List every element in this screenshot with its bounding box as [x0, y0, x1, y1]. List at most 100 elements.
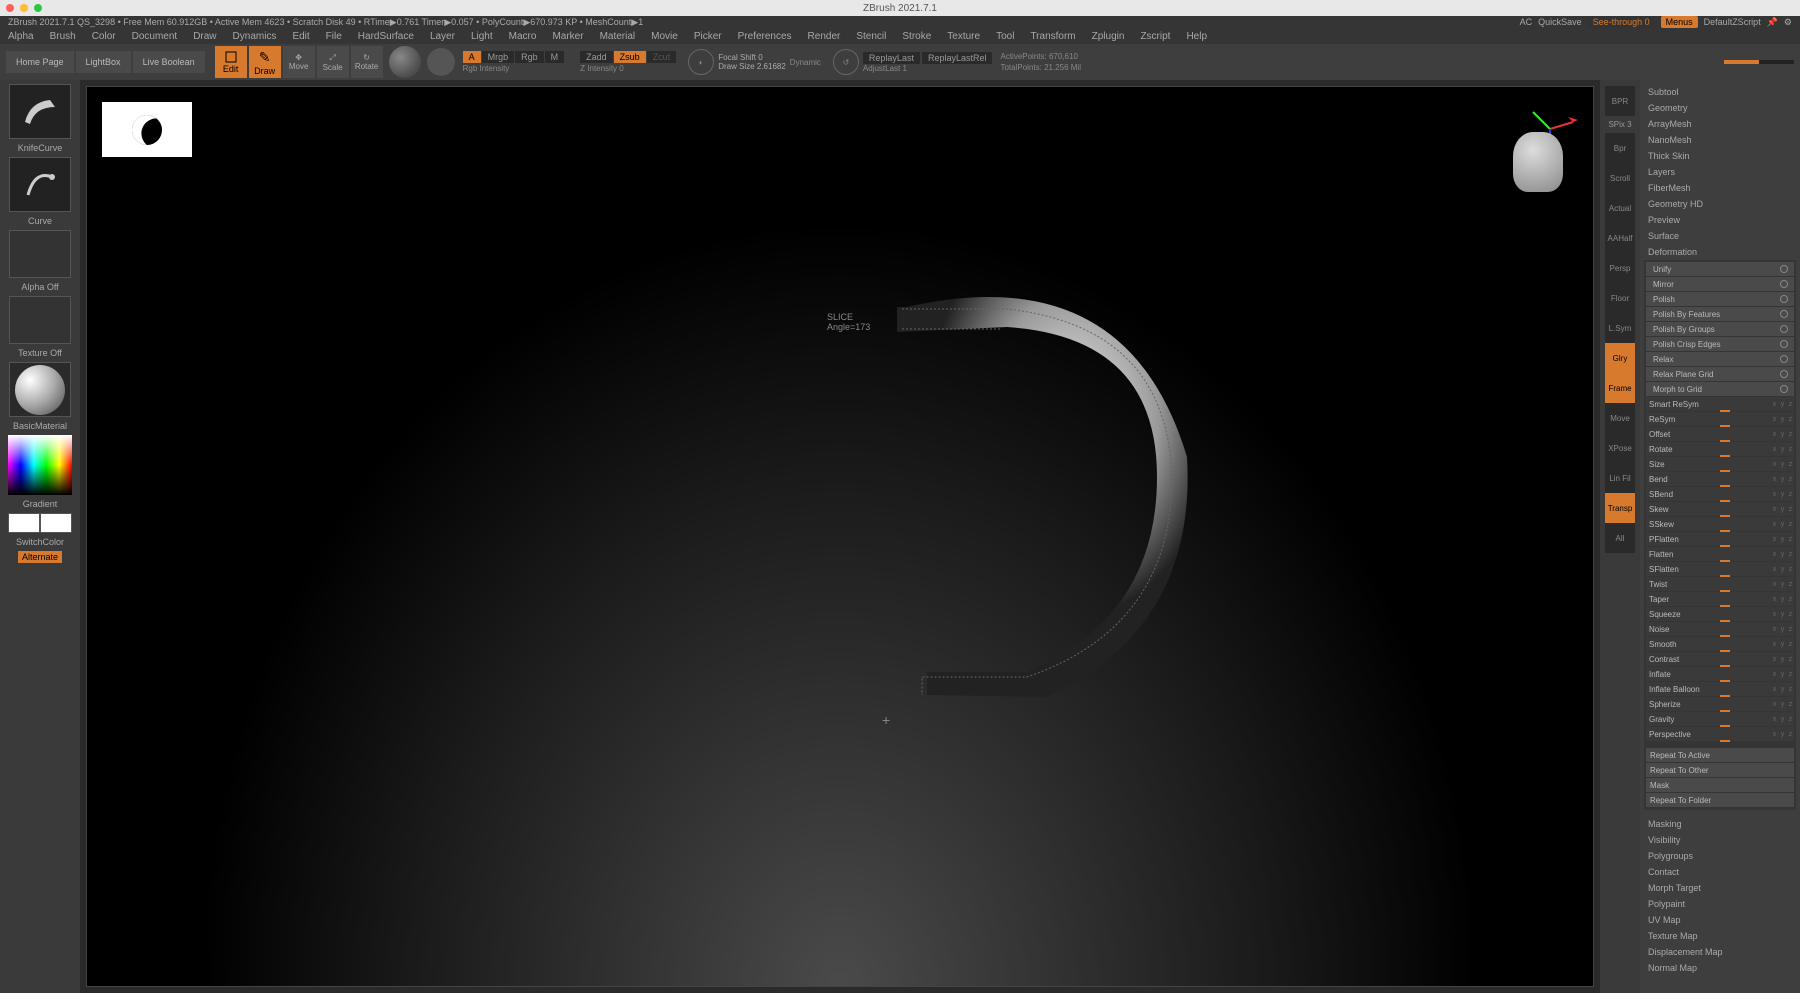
replay-last-button[interactable]: ReplayLast — [863, 52, 920, 64]
scale-mode-button[interactable]: ⤢Scale — [317, 46, 349, 78]
replay-icon[interactable]: ↺ — [833, 49, 859, 75]
defo-polish[interactable]: Polish — [1646, 292, 1794, 306]
alpha-slot[interactable] — [9, 230, 71, 278]
slider-skew[interactable]: Skewxyz — [1646, 502, 1794, 516]
menu-brush[interactable]: Brush — [50, 31, 76, 42]
menu-marker[interactable]: Marker — [552, 31, 583, 42]
rt-aahalf[interactable]: AAHalf — [1605, 223, 1635, 253]
menu-file[interactable]: File — [326, 31, 342, 42]
section-fibermesh[interactable]: FiberMesh — [1644, 180, 1796, 196]
defo-relax[interactable]: Relax — [1646, 352, 1794, 366]
focal-icon[interactable]: ◐ — [688, 49, 714, 75]
section-masking[interactable]: Masking — [1644, 816, 1796, 832]
defo-polish-by-groups[interactable]: Polish By Groups — [1646, 322, 1794, 336]
menu-edit[interactable]: Edit — [292, 31, 309, 42]
section-subtool[interactable]: Subtool — [1644, 84, 1796, 100]
section-preview[interactable]: Preview — [1644, 212, 1796, 228]
slider-perspective[interactable]: Perspectivexyz — [1646, 727, 1794, 741]
defo-morph-to-grid[interactable]: Morph to Grid — [1646, 382, 1794, 396]
section-texture-map[interactable]: Texture Map — [1644, 928, 1796, 944]
draw-mode-button[interactable]: ✎Draw — [249, 46, 281, 78]
mode-m[interactable]: M — [545, 51, 565, 63]
brush-curve[interactable] — [9, 157, 71, 212]
subtool-thumbnail[interactable] — [102, 102, 192, 157]
section-morph-target[interactable]: Morph Target — [1644, 880, 1796, 896]
section-surface[interactable]: Surface — [1644, 228, 1796, 244]
rotate-mode-button[interactable]: ↻Rotate — [351, 46, 383, 78]
slider-taper[interactable]: Taperxyz — [1646, 592, 1794, 606]
defo-mirror[interactable]: Mirror — [1646, 277, 1794, 291]
rt-lsym[interactable]: L.Sym — [1605, 313, 1635, 343]
menu-stroke[interactable]: Stroke — [902, 31, 931, 42]
menu-draw[interactable]: Draw — [193, 31, 216, 42]
texture-slot[interactable] — [9, 296, 71, 344]
mesh-object[interactable] — [827, 277, 1207, 707]
live-boolean-button[interactable]: Live Boolean — [133, 51, 205, 73]
menu-macro[interactable]: Macro — [509, 31, 537, 42]
section-uv-map[interactable]: UV Map — [1644, 912, 1796, 928]
repeat-repeat-to-active[interactable]: Repeat To Active — [1646, 748, 1794, 762]
edit-mode-button[interactable]: Edit — [215, 46, 247, 78]
slider-rotate[interactable]: Rotatexyz — [1646, 442, 1794, 456]
swatch-main[interactable] — [8, 513, 40, 533]
swatch-secondary[interactable] — [40, 513, 72, 533]
section-geometry-hd[interactable]: Geometry HD — [1644, 196, 1796, 212]
slider-flatten[interactable]: Flattenxyz — [1646, 547, 1794, 561]
menu-dynamics[interactable]: Dynamics — [233, 31, 277, 42]
close-dot[interactable] — [6, 4, 14, 12]
bpr-button[interactable]: BPR — [1605, 86, 1635, 116]
slider-size[interactable]: Sizexyz — [1646, 457, 1794, 471]
slider-noise[interactable]: Noisexyz — [1646, 622, 1794, 636]
rt-all[interactable]: All — [1605, 523, 1635, 553]
menu-texture[interactable]: Texture — [947, 31, 980, 42]
slider-inflate[interactable]: Inflatexyz — [1646, 667, 1794, 681]
rt-scroll[interactable]: Scroll — [1605, 163, 1635, 193]
defo-relax-plane-grid[interactable]: Relax Plane Grid — [1646, 367, 1794, 381]
shader-sphere-icon[interactable] — [427, 48, 455, 76]
defo-unify[interactable]: Unify — [1646, 262, 1794, 276]
max-dot[interactable] — [34, 4, 42, 12]
slider-sflatten[interactable]: SFlattenxyz — [1646, 562, 1794, 576]
menu-document[interactable]: Document — [132, 31, 178, 42]
slider-spherize[interactable]: Spherizexyz — [1646, 697, 1794, 711]
menu-material[interactable]: Material — [600, 31, 636, 42]
seethrough-slider[interactable]: See-through 0 — [1588, 16, 1655, 28]
rt-transp[interactable]: Transp — [1605, 493, 1635, 523]
lightbox-button[interactable]: LightBox — [76, 51, 131, 73]
mode-zsub[interactable]: Zsub — [614, 51, 646, 63]
section-layers[interactable]: Layers — [1644, 164, 1796, 180]
slider-smart-resym[interactable]: Smart ReSymxyz — [1646, 397, 1794, 411]
rt-persp[interactable]: Persp — [1605, 253, 1635, 283]
menu-render[interactable]: Render — [808, 31, 841, 42]
min-dot[interactable] — [20, 4, 28, 12]
section-thick-skin[interactable]: Thick Skin — [1644, 148, 1796, 164]
menu-stencil[interactable]: Stencil — [856, 31, 886, 42]
section-arraymesh[interactable]: ArrayMesh — [1644, 116, 1796, 132]
default-script[interactable]: DefaultZScript — [1704, 17, 1761, 27]
slider-bend[interactable]: Bendxyz — [1646, 472, 1794, 486]
mode-zadd[interactable]: Zadd — [580, 51, 613, 63]
rt-bpr[interactable]: Bpr — [1605, 133, 1635, 163]
menu-alpha[interactable]: Alpha — [8, 31, 34, 42]
section-deformation[interactable]: Deformation — [1644, 244, 1796, 260]
slider-smooth[interactable]: Smoothxyz — [1646, 637, 1794, 651]
alternate-button[interactable]: Alternate — [18, 551, 62, 563]
draw-size-slider[interactable]: Draw Size 2.61682 — [718, 62, 786, 71]
rt-xpose[interactable]: XPose — [1605, 433, 1635, 463]
slider-sbend[interactable]: SBendxyz — [1646, 487, 1794, 501]
slider-gravity[interactable]: Gravityxyz — [1646, 712, 1794, 726]
replay-last-rel-button[interactable]: ReplayLastRel — [922, 52, 993, 64]
gear-icon[interactable]: ⚙ — [1784, 17, 1792, 28]
mode-mrgb[interactable]: Mrgb — [482, 51, 515, 63]
menu-color[interactable]: Color — [92, 31, 116, 42]
section-polygroups[interactable]: Polygroups — [1644, 848, 1796, 864]
slider-sskew[interactable]: SSkewxyz — [1646, 517, 1794, 531]
color-picker[interactable] — [8, 435, 72, 495]
rt-glry[interactable]: Glry — [1605, 343, 1635, 373]
menus-toggle[interactable]: Menus — [1661, 16, 1698, 28]
defo-polish-by-features[interactable]: Polish By Features — [1646, 307, 1794, 321]
slider-contrast[interactable]: Contrastxyz — [1646, 652, 1794, 666]
rt-floor[interactable]: Floor — [1605, 283, 1635, 313]
menu-zscript[interactable]: Zscript — [1140, 31, 1170, 42]
menu-layer[interactable]: Layer — [430, 31, 455, 42]
